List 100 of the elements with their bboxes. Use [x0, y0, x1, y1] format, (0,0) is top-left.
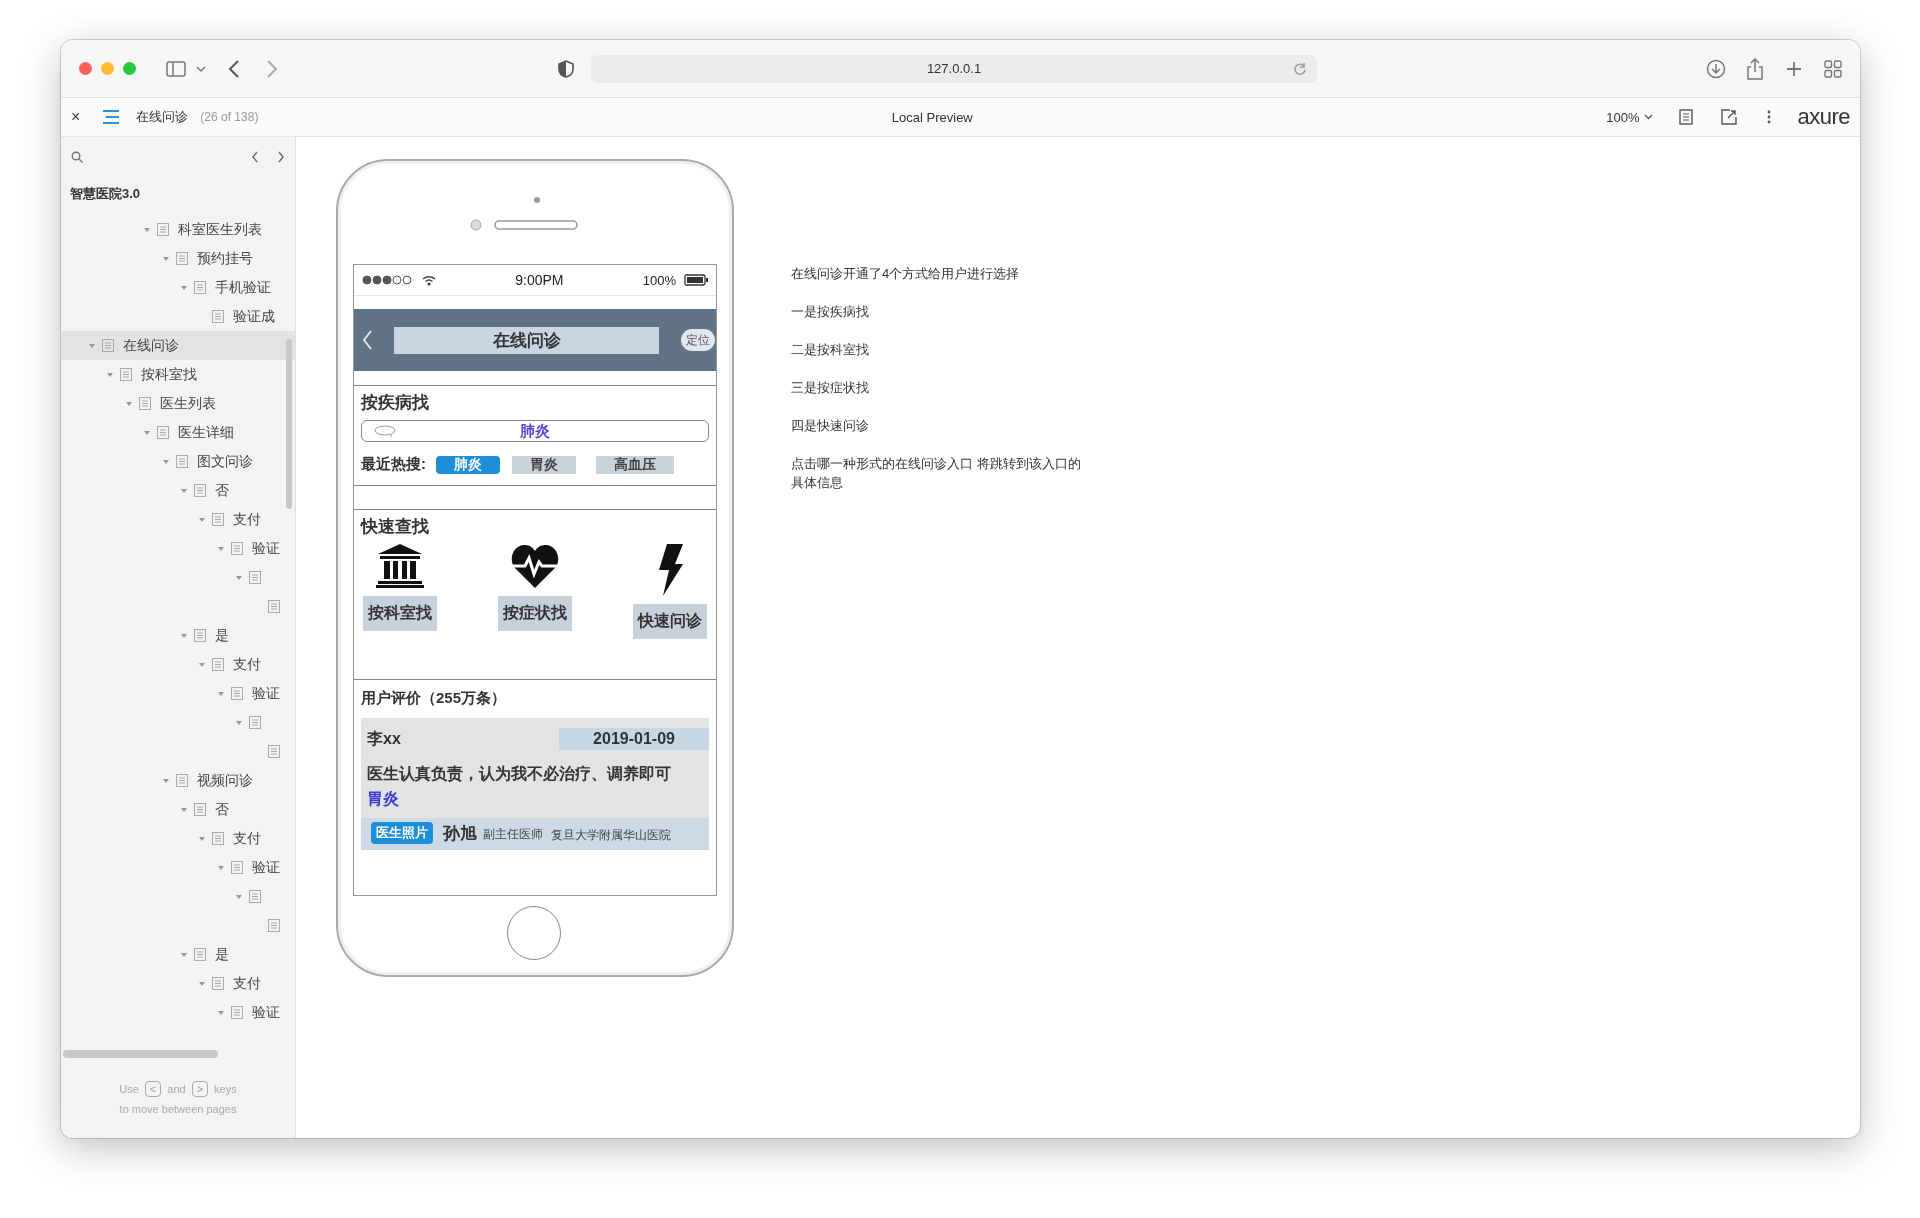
- tree-item[interactable]: 科室医生列表: [61, 215, 295, 244]
- search-icon[interactable]: [71, 151, 83, 163]
- bank-building-icon: [376, 544, 424, 588]
- export-icon[interactable]: [1721, 109, 1738, 125]
- hint-text: keys: [214, 1083, 237, 1095]
- menu-icon[interactable]: [102, 110, 121, 124]
- scrollbar[interactable]: [286, 339, 292, 509]
- hot-search-tag[interactable]: 肺炎: [436, 455, 500, 474]
- battery-percent: 100%: [642, 272, 676, 288]
- sidebar-icon[interactable]: [166, 60, 186, 77]
- tree-item[interactable]: 是: [61, 940, 295, 969]
- tree-item[interactable]: 验证: [61, 534, 295, 563]
- tree-item[interactable]: 支付: [61, 505, 295, 534]
- hint-text: Use: [119, 1083, 139, 1095]
- tree-item[interactable]: 是: [61, 621, 295, 650]
- close-button[interactable]: ×: [71, 108, 81, 126]
- quick-find-button[interactable]: 按症状找: [498, 596, 572, 631]
- speech-bubble-icon: [374, 425, 396, 437]
- note-text: 三是按症状找: [791, 379, 870, 397]
- tree-item[interactable]: 图文问诊: [61, 447, 295, 476]
- document-icon[interactable]: [1679, 109, 1694, 125]
- page-icon: [138, 397, 151, 410]
- close-window-icon[interactable]: [79, 62, 92, 75]
- next-icon[interactable]: [277, 151, 285, 163]
- page-icon: [212, 977, 225, 990]
- tree-item[interactable]: 验证: [61, 679, 295, 708]
- page-icon: [267, 745, 280, 758]
- sensor-icon: [470, 219, 482, 231]
- tree-item[interactable]: 支付: [61, 969, 295, 998]
- note-text: 在线问诊开通了4个方式给用户进行选择: [791, 265, 1021, 283]
- scrollbar[interactable]: [63, 1050, 218, 1058]
- more-icon[interactable]: [1767, 110, 1772, 124]
- logo: axure: [1797, 104, 1850, 130]
- hot-search-label: 最近热搜:: [361, 455, 426, 474]
- zoom-window-icon[interactable]: [123, 62, 136, 75]
- note-text: 四是快速问诊: [791, 417, 870, 435]
- key-cap: <: [144, 1081, 162, 1097]
- preview-title: Local Preview: [891, 109, 973, 125]
- tabs-grid-icon[interactable]: [1824, 59, 1842, 78]
- tree-item[interactable]: 预约挂号: [61, 244, 295, 273]
- battery-icon: [684, 274, 708, 286]
- project-title: 智慧医院3.0: [69, 185, 142, 203]
- tree-item[interactable]: 支付: [61, 824, 295, 853]
- tree-item[interactable]: 支付: [61, 650, 295, 679]
- note-text: 点击哪一种形式的在线问诊入口 将跳转到该入口的具体信息: [791, 455, 1082, 492]
- hint-text: and: [167, 1083, 186, 1095]
- doctor-photo-badge[interactable]: 医生照片: [371, 822, 433, 844]
- chevron-down-icon[interactable]: [196, 64, 206, 73]
- page-icon: [194, 629, 206, 642]
- tree-item[interactable]: 否: [61, 476, 295, 505]
- page-icon: [249, 890, 262, 903]
- page-icon: [157, 426, 170, 439]
- page-icon: [212, 832, 225, 845]
- page-count: (26 of 138): [200, 110, 259, 124]
- hot-search-tag[interactable]: 胃炎: [512, 455, 576, 474]
- disease-tag[interactable]: 胃炎: [361, 789, 709, 818]
- page-icon: [230, 1006, 243, 1019]
- page-icon: [194, 948, 206, 961]
- tree-item[interactable]: 验证: [61, 998, 295, 1027]
- speaker-icon: [494, 220, 578, 230]
- forward-icon[interactable]: [266, 59, 278, 78]
- page-icon: [157, 223, 170, 236]
- review-comment: 医生认真负责，认为我不必治疗、调养即可: [366, 764, 672, 785]
- address-field[interactable]: 127.0.0.1: [591, 54, 1317, 83]
- minimize-window-icon[interactable]: [101, 62, 114, 75]
- tree-item[interactable]: 否: [61, 795, 295, 824]
- share-icon[interactable]: [1746, 57, 1764, 80]
- quick-find-button[interactable]: 按科室找: [363, 596, 437, 631]
- tree-item[interactable]: 验证: [61, 853, 295, 882]
- back-icon[interactable]: [228, 59, 240, 78]
- zoom-dropdown[interactable]: 100%: [1606, 109, 1654, 125]
- tree-item[interactable]: 在线问诊: [61, 331, 295, 360]
- tree-item[interactable]: 医生列表: [61, 389, 295, 418]
- nav-title: 在线问诊: [394, 326, 659, 354]
- reload-icon[interactable]: [1293, 61, 1307, 76]
- hint-text: to move between pages: [119, 1103, 237, 1115]
- search-field[interactable]: 肺炎: [361, 420, 709, 442]
- key-cap: >: [191, 1081, 209, 1097]
- tree-item[interactable]: 手机验证: [61, 273, 295, 302]
- download-icon[interactable]: [1706, 58, 1726, 79]
- previous-icon[interactable]: [251, 151, 259, 163]
- plus-icon[interactable]: [1786, 60, 1802, 77]
- doctor-title: 副主任医师: [483, 826, 543, 843]
- wifi-icon: [422, 274, 436, 286]
- hot-search-tag[interactable]: 高血压: [596, 455, 674, 474]
- page-icon: [267, 919, 280, 932]
- page-icon: [267, 600, 280, 613]
- page-icon: [175, 455, 188, 468]
- note-text: 一是按疾病找: [791, 303, 870, 321]
- locate-button[interactable]: 定位: [681, 329, 715, 351]
- quick-find-button[interactable]: 快速问诊: [633, 604, 707, 639]
- page-icon: [249, 571, 262, 584]
- tree-item[interactable]: 按科室找: [61, 360, 295, 389]
- note-text: 二是按科室找: [791, 341, 870, 359]
- tree-item[interactable]: 验证成: [61, 302, 295, 331]
- tree-item[interactable]: 医生详细: [61, 418, 295, 447]
- page-icon: [249, 716, 262, 729]
- tree-item[interactable]: 视频问诊: [61, 766, 295, 795]
- page-icon: [212, 513, 225, 526]
- shield-icon[interactable]: [558, 59, 574, 78]
